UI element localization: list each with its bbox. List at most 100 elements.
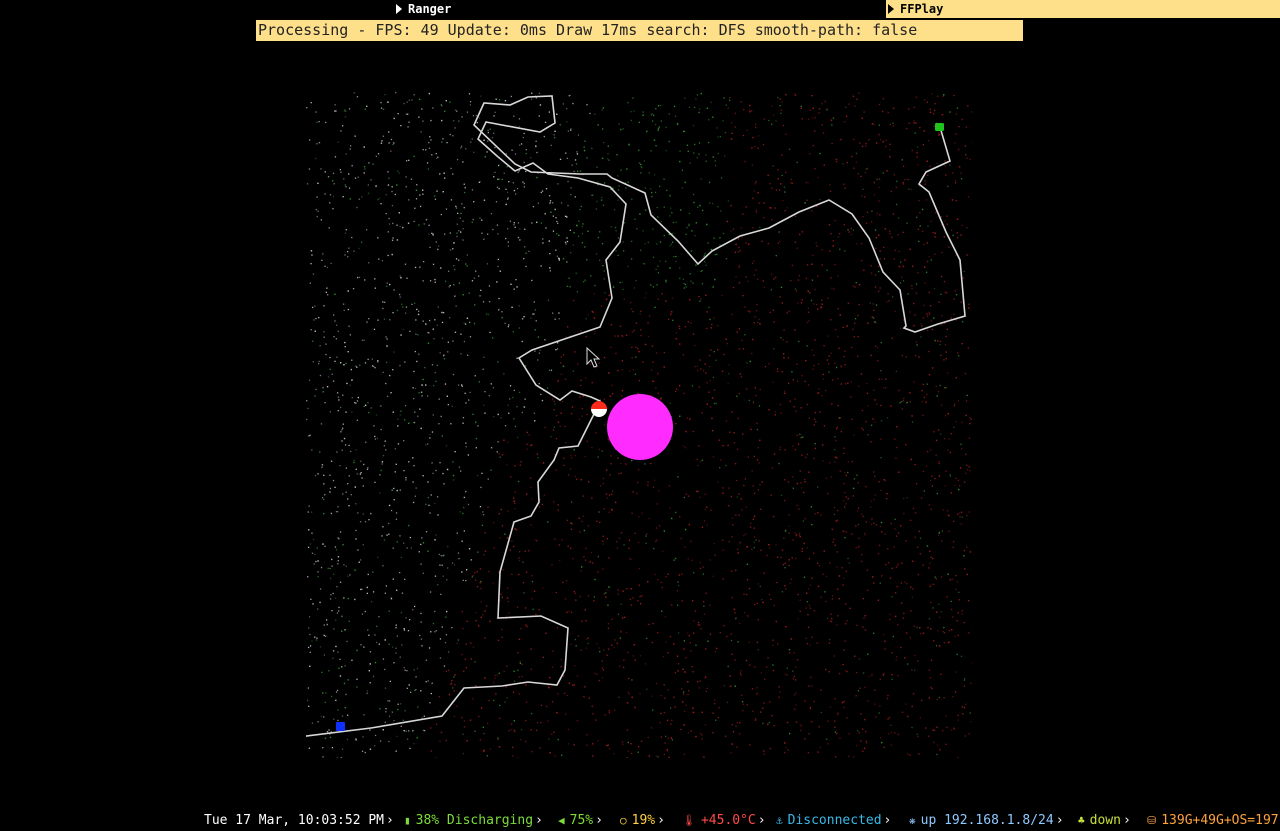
node-dot — [895, 659, 897, 661]
window-title[interactable]: Processing - FPS: 49 Update: 0ms Draw 17… — [256, 20, 1023, 41]
node-dot — [458, 230, 460, 232]
node-dot — [427, 443, 429, 445]
node-dot — [834, 698, 836, 700]
tab-ffplay[interactable]: FFPlay — [886, 0, 1280, 18]
node-dot — [482, 301, 485, 303]
node-dot — [418, 392, 420, 394]
node-dot — [315, 560, 317, 563]
node-dot — [836, 428, 838, 430]
node-dot — [853, 434, 855, 436]
node-dot — [404, 710, 406, 712]
node-dot — [776, 368, 779, 370]
node-dot — [702, 370, 705, 372]
node-dot — [589, 561, 591, 563]
node-dot — [738, 393, 740, 395]
node-dot — [768, 363, 770, 365]
node-dot — [746, 546, 748, 548]
node-dot — [617, 613, 620, 615]
node-dot — [852, 95, 854, 97]
node-dot — [520, 739, 522, 741]
node-dot — [821, 299, 823, 301]
node-dot — [611, 384, 613, 386]
node-dot — [403, 542, 405, 544]
node-dot — [969, 422, 971, 425]
simulation-canvas[interactable] — [306, 92, 972, 758]
node-dot — [368, 411, 370, 414]
node-dot — [531, 92, 533, 94]
node-dot — [692, 333, 695, 335]
node-dot — [518, 118, 521, 120]
node-dot — [630, 604, 632, 606]
node-dot — [730, 685, 732, 687]
node-dot — [389, 283, 391, 286]
node-dot — [575, 163, 578, 165]
node-dot — [699, 561, 701, 564]
node-dot — [556, 255, 558, 257]
node-dot — [413, 398, 415, 400]
node-dot — [347, 498, 349, 500]
node-dot — [889, 123, 891, 126]
node-dot — [703, 254, 706, 256]
tab-ranger[interactable]: Ranger — [392, 0, 882, 18]
node-dot — [596, 673, 598, 675]
node-dot — [518, 638, 521, 640]
node-dot — [751, 164, 753, 166]
node-dot — [914, 355, 917, 357]
node-dot — [799, 610, 801, 612]
node-dot — [515, 529, 518, 531]
node-dot — [337, 330, 339, 332]
node-dot — [763, 118, 765, 120]
node-dot — [688, 224, 690, 227]
node-dot — [544, 426, 546, 429]
node-dot — [911, 421, 914, 423]
node-dot — [406, 160, 408, 162]
node-dot — [411, 303, 413, 305]
node-dot — [316, 196, 318, 198]
node-dot — [932, 607, 934, 609]
node-dot — [439, 657, 442, 659]
node-dot — [557, 380, 559, 382]
node-dot — [876, 212, 878, 215]
node-dot — [946, 372, 949, 374]
node-dot — [751, 352, 753, 355]
node-dot — [882, 98, 885, 100]
node-dot — [462, 512, 464, 515]
node-dot — [956, 107, 959, 109]
node-dot — [837, 236, 840, 238]
node-dot — [629, 558, 631, 560]
node-dot — [855, 243, 858, 245]
node-dot — [367, 629, 369, 631]
node-dot — [366, 690, 369, 692]
node-dot — [906, 222, 908, 224]
node-dot — [676, 388, 678, 390]
node-dot — [622, 617, 624, 619]
node-dot — [602, 540, 604, 542]
node-dot — [323, 498, 325, 500]
node-dot — [958, 166, 961, 168]
node-dot — [896, 203, 898, 206]
node-dot — [393, 720, 395, 722]
node-dot — [584, 559, 587, 561]
node-dot — [882, 172, 884, 174]
node-dot — [861, 513, 863, 515]
node-dot — [906, 583, 908, 585]
node-dot — [934, 236, 937, 238]
node-dot — [657, 578, 659, 581]
node-dot — [871, 221, 873, 223]
node-dot — [657, 216, 659, 218]
node-dot — [794, 449, 796, 451]
node-dot — [664, 616, 667, 618]
node-dot — [679, 327, 681, 330]
node-dot — [463, 726, 466, 728]
node-dot — [640, 172, 642, 174]
node-dot — [507, 191, 509, 193]
node-dot — [422, 475, 424, 477]
node-dot — [530, 524, 532, 526]
node-dot — [453, 120, 455, 122]
node-dot — [929, 108, 931, 110]
node-dot — [928, 669, 930, 671]
node-dot — [466, 569, 468, 571]
node-dot — [534, 329, 536, 331]
node-dot — [454, 295, 456, 297]
node-dot — [775, 120, 777, 122]
